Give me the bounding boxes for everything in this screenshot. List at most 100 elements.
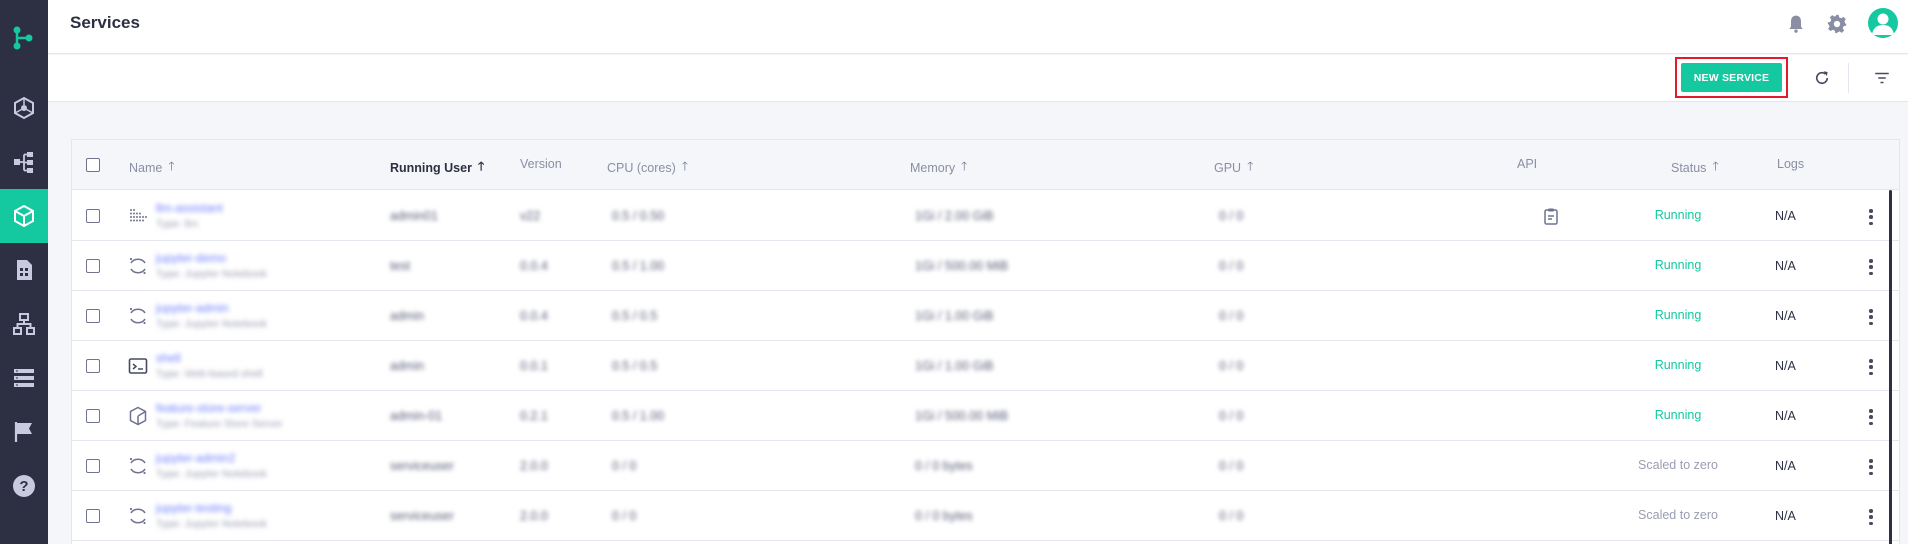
user-avatar-icon — [1872, 13, 1894, 35]
memory-cell: 0 / 0 bytes — [915, 509, 973, 523]
column-running-user[interactable]: Running User 🡑 — [390, 157, 484, 178]
row-checkbox[interactable] — [86, 259, 100, 273]
column-status[interactable]: Status 🡑 — [1671, 157, 1719, 178]
service-name-link[interactable]: jupyter-demo — [156, 251, 226, 265]
new-service-button[interactable]: NEW SERVICE — [1681, 63, 1782, 92]
sidebar-item-help[interactable]: ? — [0, 459, 48, 513]
cpu-cell: 0 / 0 — [612, 459, 637, 473]
status-label: Running — [1654, 308, 1702, 322]
service-type-label: Type: llm — [156, 218, 199, 230]
table-row[interactable]: llm-assistant Type: llm admin01 v22 0.5 / 0.… — [72, 191, 1899, 241]
filter-icon — [1875, 72, 1889, 84]
gpu-cell: 0 / 0 — [1219, 309, 1244, 323]
memory-cell: 1Gi / 2.00 GiB — [915, 209, 994, 223]
table-row[interactable]: jupyter-admin2 Type: Jupyter Notebook serv… — [72, 441, 1899, 491]
app-logo[interactable] — [9, 23, 39, 53]
gpu-cell: 0 / 0 — [1219, 259, 1244, 273]
memory-cell: 1Gi / 500.00 MiB — [915, 259, 1009, 273]
service-name-link[interactable]: jupyter-testing — [156, 501, 231, 515]
service-type-icon — [128, 206, 148, 226]
row-checkbox[interactable] — [86, 359, 100, 373]
api-button[interactable] — [1542, 207, 1560, 225]
pipeline-icon — [14, 152, 33, 173]
row-menu-button[interactable] — [1865, 207, 1877, 227]
row-checkbox[interactable] — [86, 309, 100, 323]
new-service-highlight: NEW SERVICE — [1675, 57, 1788, 98]
cube-outline-icon — [129, 406, 147, 426]
gear-icon — [1827, 14, 1847, 34]
sidebar-item-pipelines[interactable] — [0, 135, 48, 189]
version-cell: 0.2.1 — [520, 409, 548, 423]
table-header: Name 🡑 Running User 🡑 Version CPU (cores) 🡑… — [72, 140, 1899, 190]
row-menu-button[interactable] — [1865, 257, 1877, 277]
version-cell: 0.0.1 — [520, 359, 548, 373]
select-all-checkbox[interactable] — [86, 158, 100, 172]
sidebar-item-projects[interactable] — [0, 81, 48, 135]
sidebar-item-infrastructure[interactable] — [0, 297, 48, 351]
sidebar-item-features[interactable] — [0, 405, 48, 459]
version-cell: 2.0.0 — [520, 459, 548, 473]
table-row[interactable]: shell Type: Web-based shell admin 0.0.1 0.5 … — [72, 341, 1899, 391]
jupyter-icon — [129, 457, 146, 475]
column-cpu[interactable]: CPU (cores) 🡑 — [607, 157, 688, 178]
sort-arrow-icon: 🡑 — [1247, 159, 1254, 173]
service-type-label: Type: Jupyter Notebook — [156, 468, 267, 480]
dots-triangle-icon — [130, 209, 147, 222]
running-user-cell: admin-01 — [390, 409, 443, 423]
table-scrollbar[interactable] — [1889, 190, 1892, 544]
column-gpu[interactable]: GPU 🡑 — [1214, 157, 1253, 178]
table-row[interactable]: feature-store-server Type: Feature Store … — [72, 391, 1899, 441]
settings-button[interactable] — [1825, 12, 1849, 36]
service-name-link[interactable]: jupyter-admin — [156, 301, 229, 315]
memory-cell: 1Gi / 1.00 GiB — [915, 359, 994, 373]
running-user-cell: admin01 — [390, 209, 438, 223]
column-api: API — [1517, 157, 1538, 171]
table-row[interactable]: jupyter-testing Type: Jupyter Notebook ser… — [72, 491, 1899, 541]
logs-cell: N/A — [1775, 259, 1796, 273]
row-menu-button[interactable] — [1865, 457, 1877, 477]
page-title: Services — [70, 13, 140, 32]
service-type-label: Type: Jupyter Notebook — [156, 318, 267, 330]
service-type-icon — [128, 406, 148, 426]
refresh-button[interactable] — [1811, 67, 1833, 89]
sort-arrow-icon: 🡑 — [477, 159, 485, 173]
user-avatar[interactable] — [1868, 8, 1898, 38]
sidebar-item-services[interactable] — [0, 189, 48, 243]
filter-button[interactable] — [1871, 67, 1893, 89]
table-row[interactable]: jupyter-admin Type: Jupyter Notebook admin… — [72, 291, 1899, 341]
cpu-cell: 0.5 / 1.00 — [612, 409, 665, 423]
table-row[interactable]: jupyter-demo Type: Jupyter Notebook test 0.… — [72, 241, 1899, 291]
service-type-label: Type: Feature Store Server — [156, 418, 283, 430]
logs-cell: N/A — [1775, 359, 1796, 373]
service-type-icon — [128, 306, 148, 326]
column-logs: Logs — [1777, 157, 1805, 171]
row-menu-button[interactable] — [1865, 507, 1877, 527]
column-name[interactable]: Name 🡑 — [129, 157, 175, 178]
column-memory[interactable]: Memory 🡑 — [910, 157, 967, 178]
row-checkbox[interactable] — [86, 459, 100, 473]
jupyter-icon — [129, 257, 146, 275]
column-version[interactable]: Version — [520, 157, 562, 171]
row-checkbox[interactable] — [86, 509, 100, 523]
gpu-cell: 0 / 0 — [1219, 509, 1244, 523]
row-checkbox[interactable] — [86, 409, 100, 423]
running-user-cell: serviceuser — [390, 509, 454, 523]
service-name-link[interactable]: shell — [156, 351, 181, 365]
jupyter-icon — [129, 307, 146, 325]
row-checkbox[interactable] — [86, 209, 100, 223]
version-cell: 0.0.4 — [520, 309, 548, 323]
status-label: Scaled to zero — [1638, 458, 1718, 472]
sidebar-item-datasets[interactable] — [0, 243, 48, 297]
service-name-link[interactable]: llm-assistant — [156, 201, 223, 215]
row-menu-button[interactable] — [1865, 407, 1877, 427]
service-name-link[interactable]: feature-store-server — [156, 401, 261, 415]
logs-cell: N/A — [1775, 459, 1796, 473]
service-type-label: Type: Jupyter Notebook — [156, 268, 267, 280]
notifications-button[interactable] — [1784, 12, 1808, 36]
sidebar-item-list[interactable] — [0, 351, 48, 405]
refresh-icon — [1815, 71, 1829, 85]
service-name-link[interactable]: jupyter-admin2 — [156, 451, 235, 465]
gpu-cell: 0 / 0 — [1219, 459, 1244, 473]
row-menu-button[interactable] — [1865, 307, 1877, 327]
row-menu-button[interactable] — [1865, 357, 1877, 377]
